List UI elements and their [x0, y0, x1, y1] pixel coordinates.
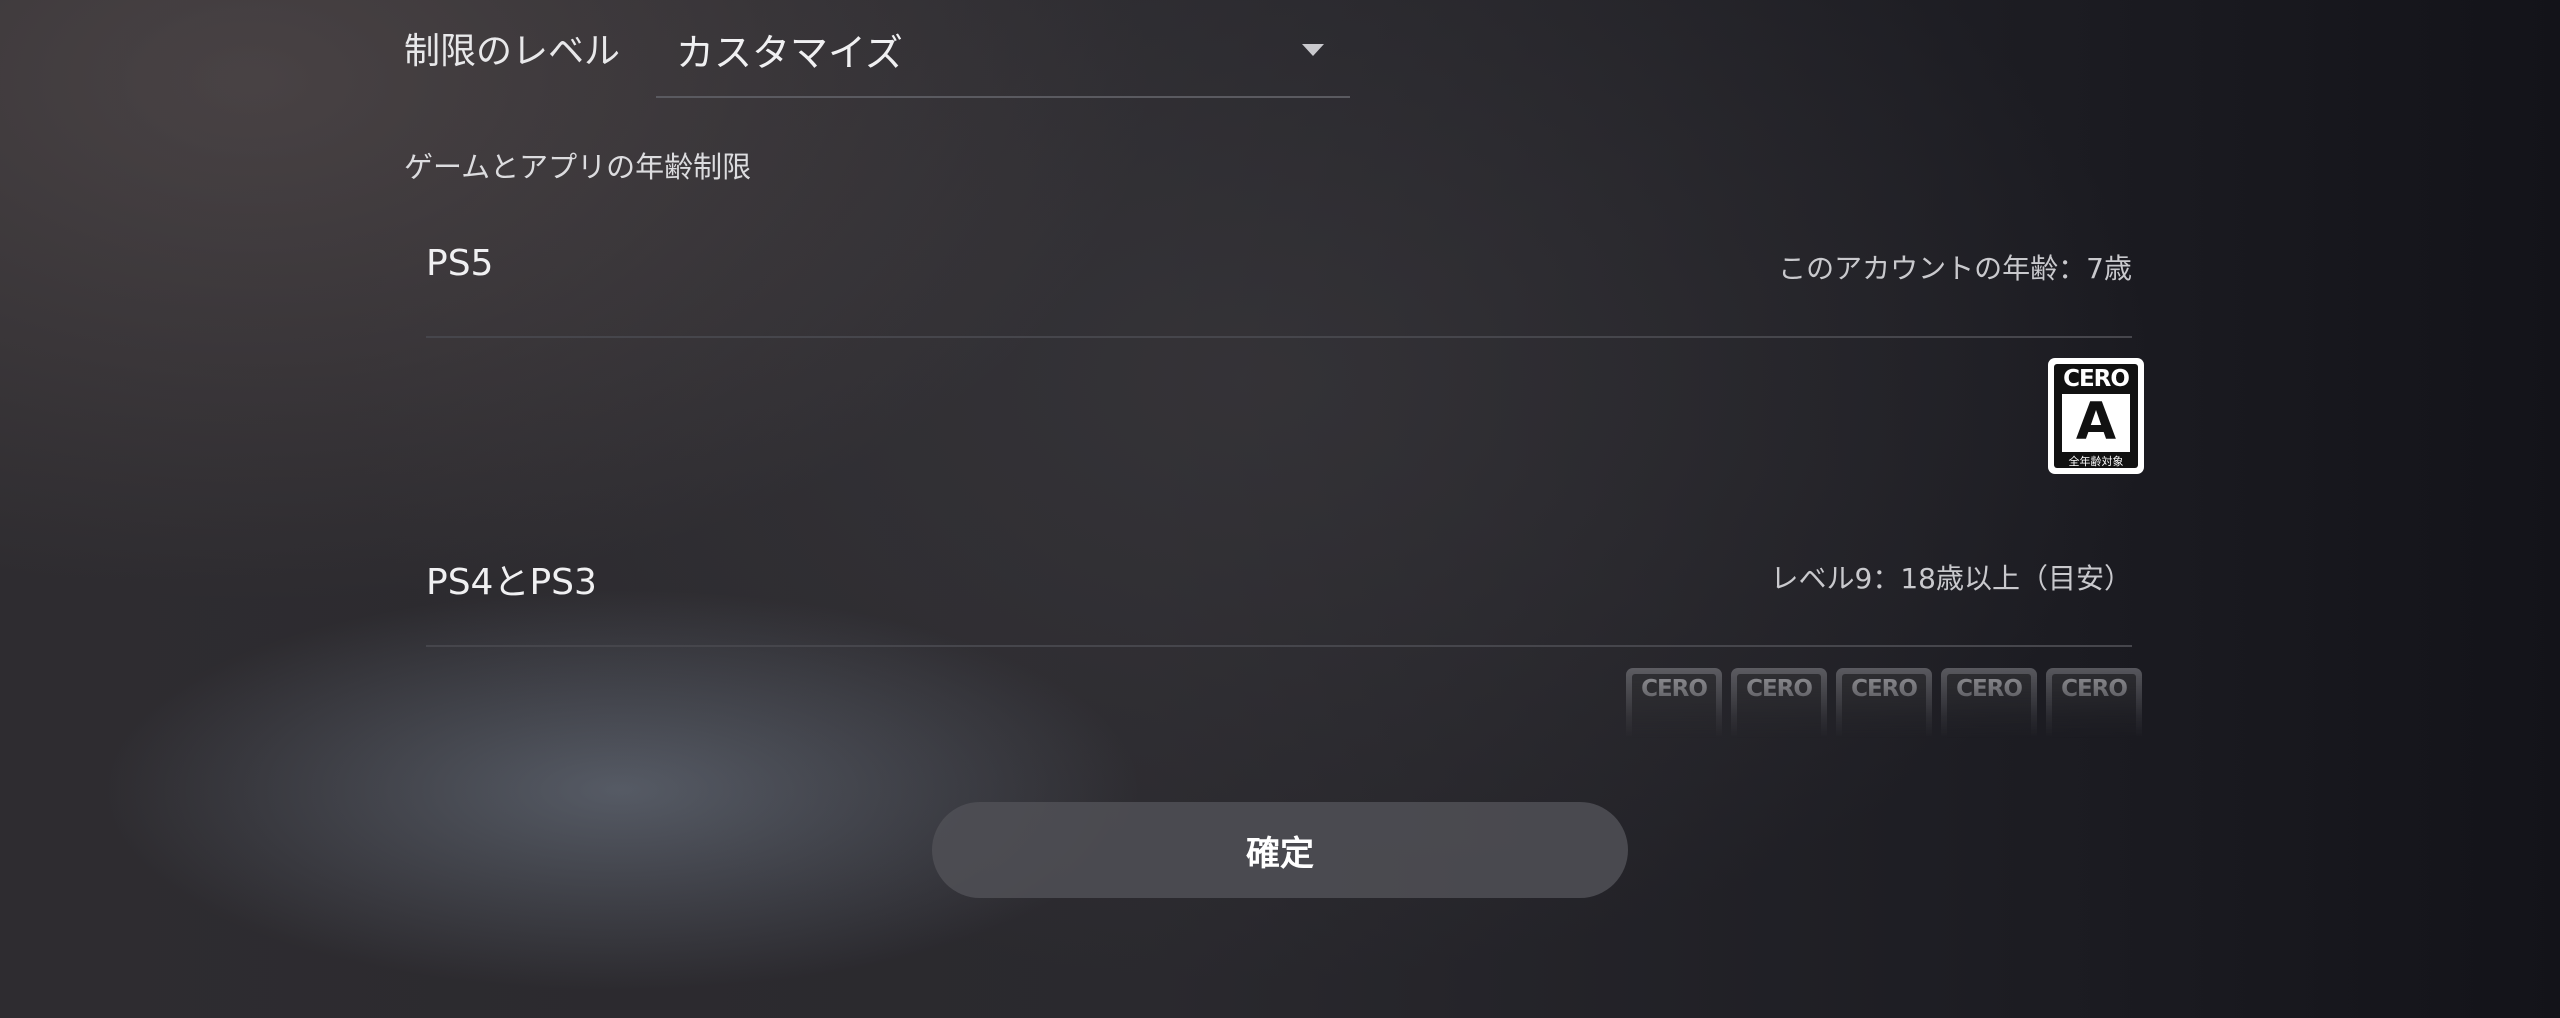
cero-badge-strip: CERO CERO CERO CERO CERO: [1626, 668, 2146, 738]
cero-rating-badge-icon: CERO A 全年齢対象: [2048, 358, 2144, 474]
ps4-ps3-row-value: レベル9：18歳以上（目安）: [1770, 562, 2132, 595]
divider: [426, 336, 2132, 338]
cero-badge-inner: CERO A 全年齢対象: [2054, 364, 2138, 468]
ps5-row[interactable]: PS5 このアカウントの年齢：7歳: [426, 243, 2132, 303]
cero-rating-b-icon: CERO: [1731, 668, 1827, 738]
cero-badge-caption: 全年齢対象: [2068, 455, 2124, 468]
ps4-ps3-row[interactable]: PS4とPS3 レベル9：18歳以上（目安）: [426, 553, 2132, 613]
cero-rating-d-icon: CERO: [1941, 668, 2037, 738]
age-restriction-section-title: ゲームとアプリの年齢制限: [404, 150, 752, 184]
cero-rating-a-icon: CERO: [1626, 668, 1722, 738]
restriction-level-label: 制限のレベル: [404, 31, 621, 72]
cero-mini-inner: CERO: [1737, 674, 1821, 738]
cero-mini-inner: CERO: [2052, 674, 2136, 738]
cero-rating-z-icon: CERO: [2046, 668, 2142, 738]
divider: [426, 645, 2132, 647]
cero-mini-brand: CERO: [1746, 676, 1813, 702]
ps5-row-value: このアカウントの年齢：7歳: [1778, 252, 2132, 285]
chevron-down-icon: [1302, 44, 1324, 56]
cero-badge-rating: A: [2075, 392, 2117, 452]
cero-mini-brand: CERO: [1641, 676, 1708, 702]
cero-mini-inner: CERO: [1947, 674, 2031, 738]
cero-badge-brand: CERO: [2063, 366, 2130, 392]
restriction-level-dropdown[interactable]: カスタマイズ: [656, 0, 1350, 98]
ps5-row-label: PS5: [426, 243, 494, 284]
cero-rating-c-icon: CERO: [1836, 668, 1932, 738]
restriction-level-value: カスタマイズ: [676, 31, 903, 75]
cero-mini-inner: CERO: [1632, 674, 1716, 738]
ps4-ps3-row-label: PS4とPS3: [426, 562, 597, 603]
confirm-button[interactable]: 確定: [932, 802, 1628, 898]
cero-mini-brand: CERO: [2061, 676, 2128, 702]
cero-badge-letter-box: A: [2062, 392, 2130, 452]
cero-mini-brand: CERO: [1956, 676, 2023, 702]
cero-mini-inner: CERO: [1842, 674, 1926, 738]
cero-mini-brand: CERO: [1851, 676, 1918, 702]
